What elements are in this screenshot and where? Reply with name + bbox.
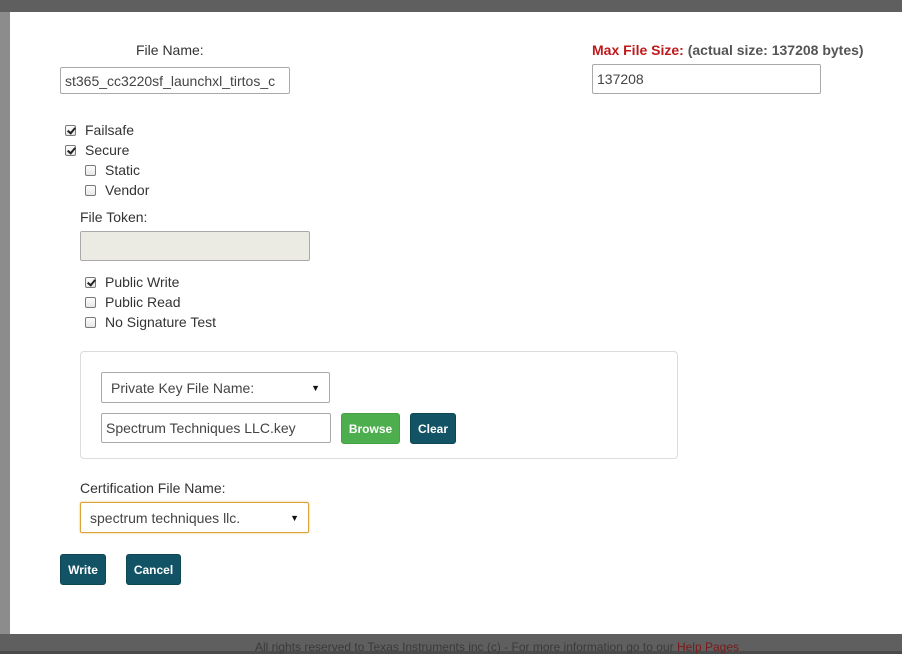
private-key-select-value: Private Key File Name: — [111, 379, 255, 396]
max-file-size-heading: Max File Size: (actual size: 137208 byte… — [592, 42, 864, 58]
secure-checkbox[interactable] — [65, 144, 76, 156]
static-option[interactable]: Static — [85, 162, 140, 178]
public-write-checkbox[interactable] — [85, 276, 96, 288]
no-signature-test-option[interactable]: No Signature Test — [85, 314, 216, 330]
file-name-label: File Name: — [136, 42, 204, 58]
clear-button[interactable]: Clear — [410, 413, 456, 444]
no-signature-test-checkbox[interactable] — [85, 316, 96, 328]
failsafe-checkbox[interactable] — [65, 124, 76, 136]
cancel-button[interactable]: Cancel — [126, 554, 181, 585]
background-page-edge — [0, 12, 10, 634]
private-key-panel: Private Key File Name: ▼ Spectrum Techni… — [80, 351, 678, 459]
secure-label: Secure — [85, 142, 130, 158]
max-file-size-label: Max File Size: — [592, 42, 684, 58]
certification-file-label: Certification File Name: — [80, 480, 226, 496]
max-file-size-input[interactable]: 137208 — [592, 64, 821, 94]
public-read-option[interactable]: Public Read — [85, 294, 181, 310]
public-write-label: Public Write — [105, 274, 180, 290]
static-label: Static — [105, 162, 141, 178]
file-name-input[interactable]: st365_cc3220sf_launchxl_tirtos_c — [60, 67, 290, 94]
certification-file-select[interactable]: spectrum techniques llc. ▼ — [80, 502, 309, 533]
write-button[interactable]: Write — [60, 554, 106, 585]
private-key-select[interactable]: Private Key File Name: ▼ — [101, 372, 330, 403]
vendor-checkbox[interactable] — [85, 184, 96, 196]
public-read-checkbox[interactable] — [85, 296, 96, 308]
public-read-label: Public Read — [105, 294, 181, 310]
no-signature-test-label: No Signature Test — [105, 314, 217, 330]
vendor-option[interactable]: Vendor — [85, 182, 149, 198]
certification-select-value: spectrum techniques llc. — [90, 509, 241, 526]
vendor-label: Vendor — [105, 182, 150, 198]
background-footer: All rights reserved to Texas Instruments… — [255, 640, 739, 654]
dropdown-arrow-icon: ▼ — [290, 512, 299, 523]
footer-text: All rights reserved to Texas Instruments… — [255, 640, 674, 654]
file-token-input — [80, 231, 310, 261]
failsafe-option[interactable]: Failsafe — [65, 122, 134, 138]
dropdown-arrow-icon: ▼ — [311, 382, 320, 393]
actual-size-text: (actual size: 137208 bytes) — [687, 42, 864, 58]
static-checkbox[interactable] — [85, 164, 96, 176]
secure-option[interactable]: Secure — [65, 142, 129, 158]
file-properties-dialog: File Name: st365_cc3220sf_launchxl_tirto… — [10, 12, 902, 634]
browse-button[interactable]: Browse — [341, 413, 400, 444]
file-token-label: File Token: — [80, 209, 148, 225]
public-write-option[interactable]: Public Write — [85, 274, 179, 290]
failsafe-label: Failsafe — [85, 122, 135, 138]
private-key-file-input[interactable]: Spectrum Techniques LLC.key — [101, 413, 331, 443]
footer-help-link[interactable]: Help Pages — [677, 640, 739, 654]
